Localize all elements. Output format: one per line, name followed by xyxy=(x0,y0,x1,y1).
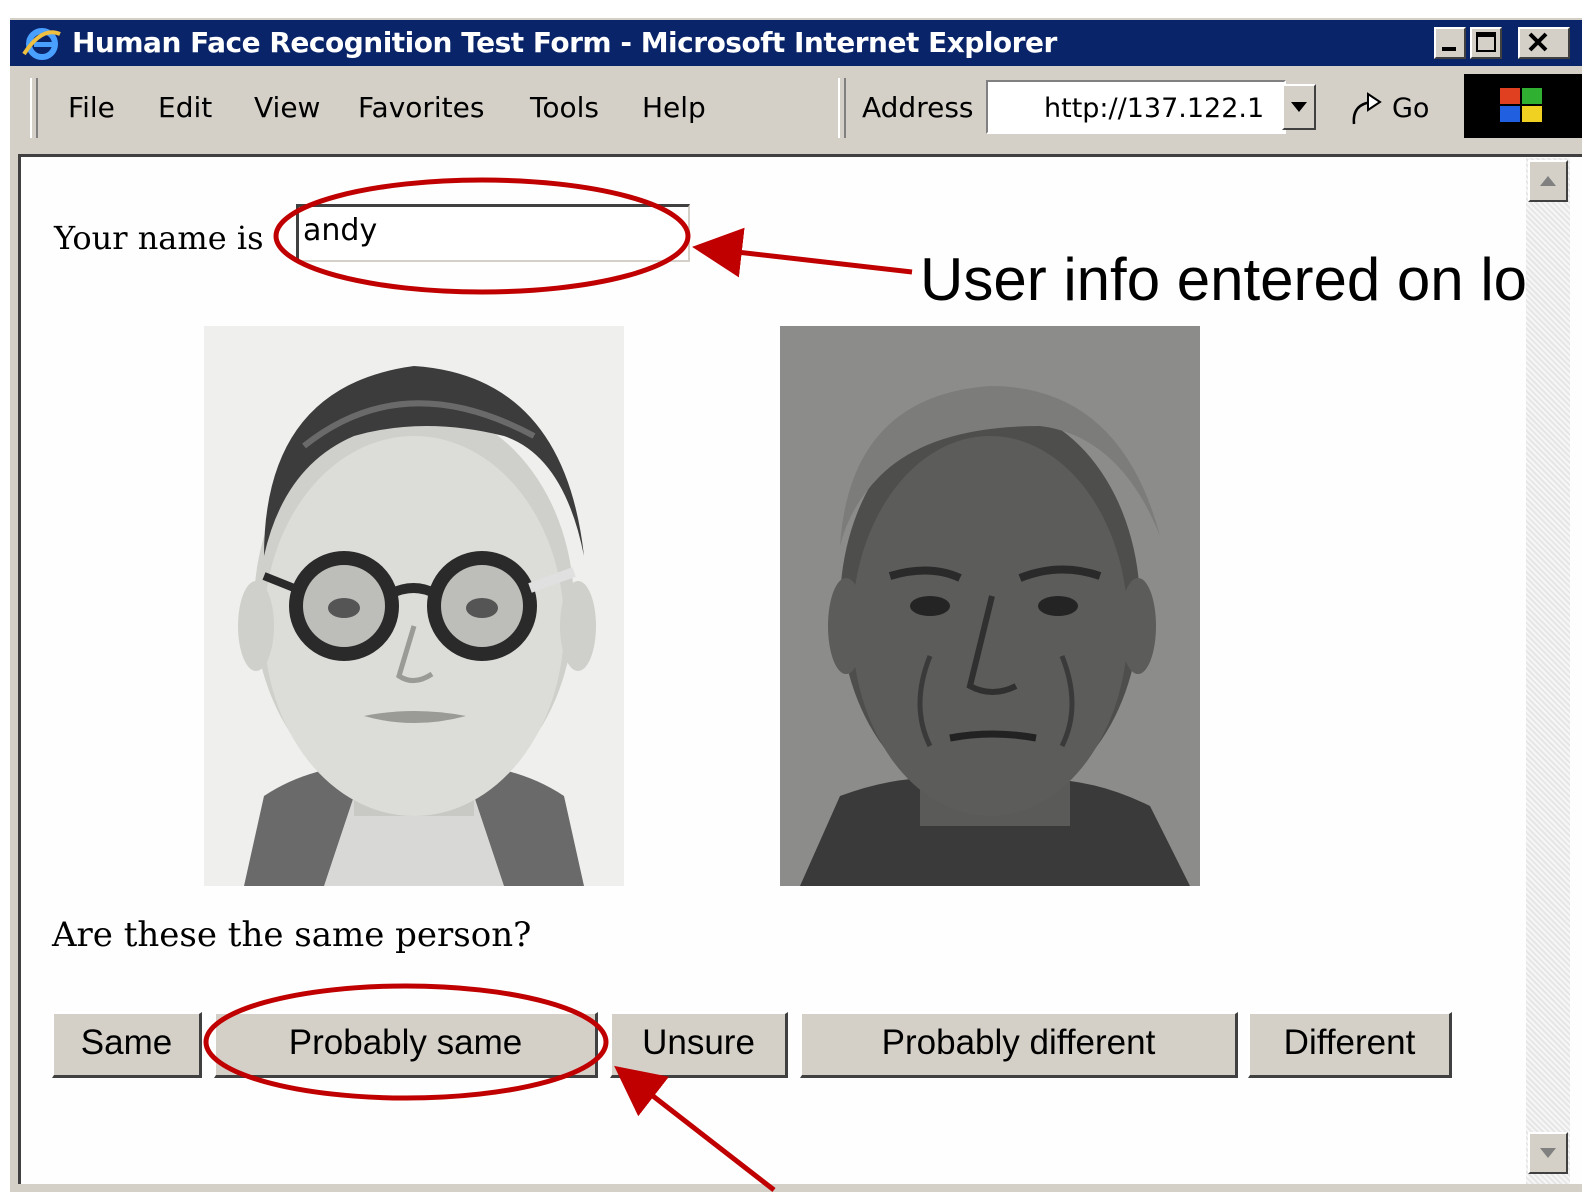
scroll-down-icon xyxy=(1540,1148,1556,1158)
maximize-icon xyxy=(1476,32,1496,52)
maximize-button[interactable] xyxy=(1470,27,1502,59)
menu-edit[interactable]: Edit xyxy=(158,90,212,126)
address-label: Address xyxy=(862,91,974,124)
address-dropdown-button[interactable] xyxy=(1282,84,1316,130)
go-button-label[interactable]: Go xyxy=(1392,92,1429,126)
windows-flag-icon xyxy=(1500,88,1542,122)
menu-tools[interactable]: Tools xyxy=(530,90,599,126)
address-grip[interactable] xyxy=(838,78,846,138)
minimize-button[interactable] xyxy=(1434,27,1466,59)
scroll-up-button[interactable] xyxy=(1528,160,1568,202)
face-photo-left xyxy=(204,326,624,886)
portrait-young-man-icon xyxy=(204,326,624,886)
windows-logo-throbber xyxy=(1464,74,1582,138)
window-title: Human Face Recognition Test Form - Micro… xyxy=(72,26,1057,59)
chevron-down-icon xyxy=(1291,102,1307,112)
probably-same-button[interactable]: Probably same xyxy=(214,1012,598,1078)
name-input[interactable]: andy xyxy=(296,204,690,262)
menu-file[interactable]: File xyxy=(68,90,115,126)
question-text: Are these the same person? xyxy=(52,915,532,955)
portrait-old-man-icon xyxy=(780,326,1200,886)
close-button[interactable] xyxy=(1518,27,1570,59)
different-button[interactable]: Different xyxy=(1248,1012,1452,1078)
close-icon xyxy=(1528,32,1548,52)
go-arrow-icon[interactable] xyxy=(1346,90,1388,128)
same-button[interactable]: Same xyxy=(52,1012,202,1078)
window-bottom-border xyxy=(10,1184,1582,1192)
minimize-icon xyxy=(1442,47,1456,51)
address-value[interactable]: http://137.122.1 xyxy=(1044,92,1276,126)
ie-logo-icon xyxy=(22,24,62,62)
name-label: Your name is xyxy=(54,219,264,257)
scroll-down-button[interactable] xyxy=(1528,1132,1568,1174)
vertical-scrollbar[interactable] xyxy=(1526,158,1570,1184)
face-photo-right xyxy=(780,326,1200,886)
menu-help[interactable]: Help xyxy=(642,90,706,126)
scroll-up-icon xyxy=(1540,176,1556,186)
menu-view[interactable]: View xyxy=(254,90,320,126)
probably-different-button[interactable]: Probably different xyxy=(800,1012,1238,1078)
toolbar-grip[interactable] xyxy=(30,78,38,138)
unsure-button[interactable]: Unsure xyxy=(610,1012,788,1078)
menu-favorites[interactable]: Favorites xyxy=(358,90,484,126)
annotation-callout-text: User info entered on lo xyxy=(920,246,1528,313)
